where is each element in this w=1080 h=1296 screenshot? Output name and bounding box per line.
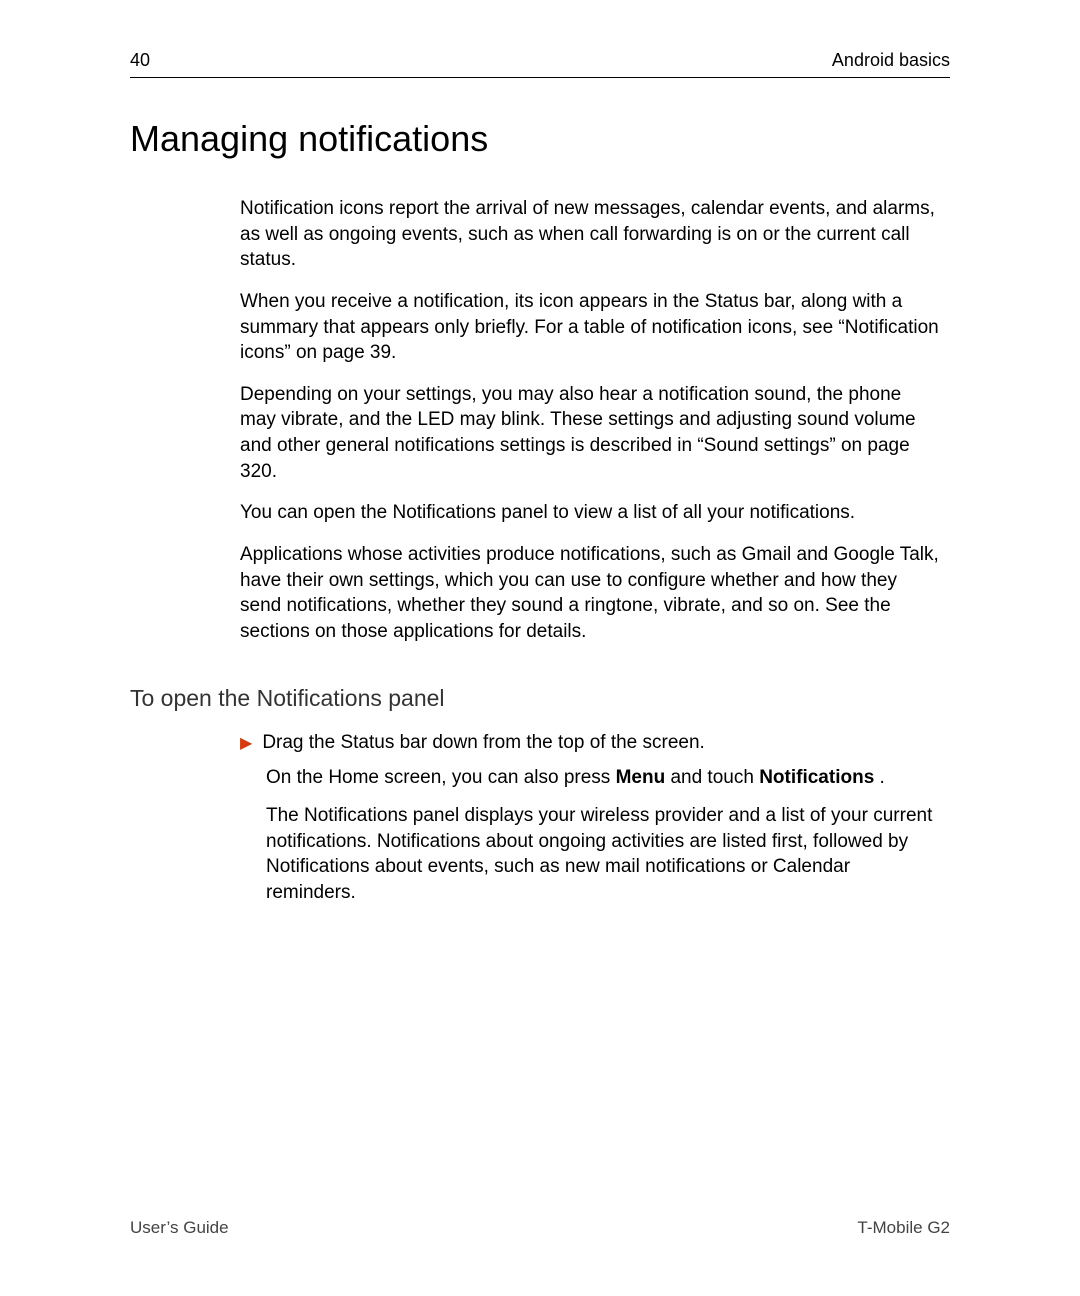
- text-segment: On the Home screen, you can also press: [266, 767, 616, 788]
- bold-menu: Menu: [616, 767, 666, 788]
- body-paragraph-5: Applications whose activities produce no…: [240, 542, 940, 645]
- indented-paragraph-1: On the Home screen, you can also press M…: [266, 765, 940, 791]
- indented-paragraph-2: The Notifications panel displays your wi…: [266, 803, 940, 906]
- main-heading: Managing notifications: [130, 118, 950, 160]
- footer-right: T-Mobile G2: [857, 1218, 950, 1238]
- page-number: 40: [130, 50, 150, 71]
- body-paragraph-4: You can open the Notifications panel to …: [240, 500, 940, 526]
- section-name: Android basics: [832, 50, 950, 71]
- footer-left: User’s Guide: [130, 1218, 229, 1238]
- page-footer: User’s Guide T-Mobile G2: [130, 1218, 950, 1238]
- page-header: 40 Android basics: [130, 50, 950, 78]
- body-paragraph-1: Notification icons report the arrival of…: [240, 196, 940, 273]
- text-segment: and touch: [665, 767, 759, 788]
- bullet-item: ▶ Drag the Status bar down from the top …: [240, 730, 940, 756]
- body-paragraph-3: Depending on your settings, you may also…: [240, 382, 940, 485]
- bullet-text: Drag the Status bar down from the top of…: [262, 730, 705, 756]
- body-paragraph-2: When you receive a notification, its ico…: [240, 289, 940, 366]
- sub-heading: To open the Notifications panel: [130, 685, 950, 712]
- bold-notifications: Notifications: [759, 767, 874, 788]
- triangle-bullet-icon: ▶: [240, 733, 252, 756]
- text-segment: .: [874, 767, 885, 788]
